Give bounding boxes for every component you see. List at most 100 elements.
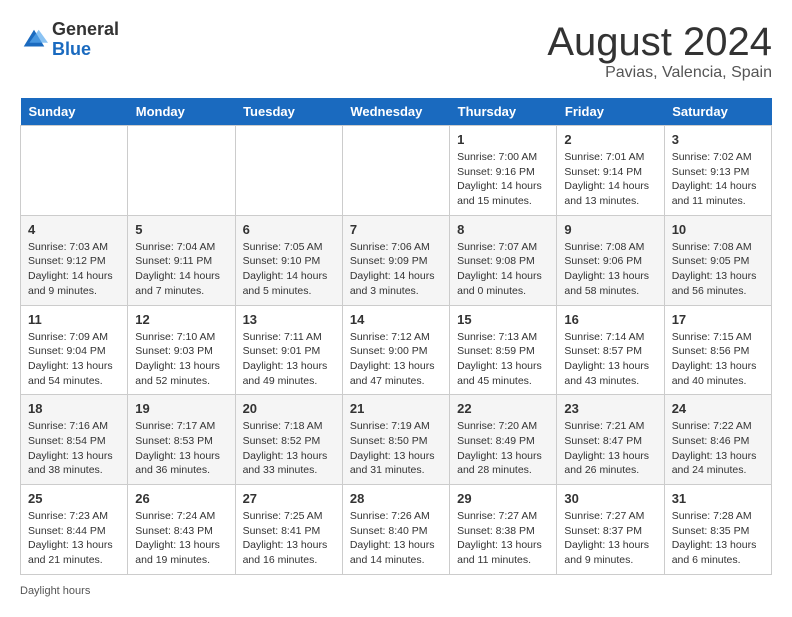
day-info: Sunrise: 7:04 AM Sunset: 9:11 PM Dayligh… <box>135 240 227 299</box>
day-number: 11 <box>28 312 120 327</box>
day-info: Sunrise: 7:23 AM Sunset: 8:44 PM Dayligh… <box>28 509 120 568</box>
day-number: 21 <box>350 401 442 416</box>
day-of-week-header: Monday <box>128 98 235 126</box>
calendar-cell: 7 Sunrise: 7:06 AM Sunset: 9:09 PM Dayli… <box>342 215 449 305</box>
day-number: 19 <box>135 401 227 416</box>
day-info: Sunrise: 7:18 AM Sunset: 8:52 PM Dayligh… <box>243 419 335 478</box>
day-info: Sunrise: 7:15 AM Sunset: 8:56 PM Dayligh… <box>672 330 764 389</box>
calendar-week-row: 1 Sunrise: 7:00 AM Sunset: 9:16 PM Dayli… <box>21 126 772 216</box>
day-number: 31 <box>672 491 764 506</box>
calendar-cell: 29 Sunrise: 7:27 AM Sunset: 8:38 PM Dayl… <box>450 485 557 575</box>
header-row: SundayMondayTuesdayWednesdayThursdayFrid… <box>21 98 772 126</box>
calendar-week-row: 11 Sunrise: 7:09 AM Sunset: 9:04 PM Dayl… <box>21 305 772 395</box>
day-info: Sunrise: 7:10 AM Sunset: 9:03 PM Dayligh… <box>135 330 227 389</box>
calendar-cell: 15 Sunrise: 7:13 AM Sunset: 8:59 PM Dayl… <box>450 305 557 395</box>
day-info: Sunrise: 7:17 AM Sunset: 8:53 PM Dayligh… <box>135 419 227 478</box>
day-info: Sunrise: 7:28 AM Sunset: 8:35 PM Dayligh… <box>672 509 764 568</box>
calendar-cell <box>235 126 342 216</box>
day-number: 22 <box>457 401 549 416</box>
calendar-cell: 22 Sunrise: 7:20 AM Sunset: 8:49 PM Dayl… <box>450 395 557 485</box>
day-info: Sunrise: 7:27 AM Sunset: 8:37 PM Dayligh… <box>564 509 656 568</box>
day-info: Sunrise: 7:11 AM Sunset: 9:01 PM Dayligh… <box>243 330 335 389</box>
day-number: 17 <box>672 312 764 327</box>
calendar-week-row: 25 Sunrise: 7:23 AM Sunset: 8:44 PM Dayl… <box>21 485 772 575</box>
day-number: 18 <box>28 401 120 416</box>
day-of-week-header: Wednesday <box>342 98 449 126</box>
day-number: 14 <box>350 312 442 327</box>
calendar-cell: 30 Sunrise: 7:27 AM Sunset: 8:37 PM Dayl… <box>557 485 664 575</box>
day-info: Sunrise: 7:06 AM Sunset: 9:09 PM Dayligh… <box>350 240 442 299</box>
calendar-cell: 21 Sunrise: 7:19 AM Sunset: 8:50 PM Dayl… <box>342 395 449 485</box>
calendar-cell: 11 Sunrise: 7:09 AM Sunset: 9:04 PM Dayl… <box>21 305 128 395</box>
calendar-cell: 3 Sunrise: 7:02 AM Sunset: 9:13 PM Dayli… <box>664 126 771 216</box>
day-info: Sunrise: 7:12 AM Sunset: 9:00 PM Dayligh… <box>350 330 442 389</box>
day-number: 1 <box>457 132 549 147</box>
calendar-cell: 27 Sunrise: 7:25 AM Sunset: 8:41 PM Dayl… <box>235 485 342 575</box>
calendar-cell: 31 Sunrise: 7:28 AM Sunset: 8:35 PM Dayl… <box>664 485 771 575</box>
day-of-week-header: Saturday <box>664 98 771 126</box>
day-number: 5 <box>135 222 227 237</box>
calendar-table: SundayMondayTuesdayWednesdayThursdayFrid… <box>20 98 772 575</box>
calendar-cell: 28 Sunrise: 7:26 AM Sunset: 8:40 PM Dayl… <box>342 485 449 575</box>
day-info: Sunrise: 7:05 AM Sunset: 9:10 PM Dayligh… <box>243 240 335 299</box>
day-info: Sunrise: 7:24 AM Sunset: 8:43 PM Dayligh… <box>135 509 227 568</box>
day-number: 20 <box>243 401 335 416</box>
calendar-cell: 20 Sunrise: 7:18 AM Sunset: 8:52 PM Dayl… <box>235 395 342 485</box>
day-info: Sunrise: 7:20 AM Sunset: 8:49 PM Dayligh… <box>457 419 549 478</box>
calendar-cell: 2 Sunrise: 7:01 AM Sunset: 9:14 PM Dayli… <box>557 126 664 216</box>
day-number: 2 <box>564 132 656 147</box>
day-info: Sunrise: 7:09 AM Sunset: 9:04 PM Dayligh… <box>28 330 120 389</box>
day-number: 4 <box>28 222 120 237</box>
calendar-cell: 5 Sunrise: 7:04 AM Sunset: 9:11 PM Dayli… <box>128 215 235 305</box>
calendar-cell: 1 Sunrise: 7:00 AM Sunset: 9:16 PM Dayli… <box>450 126 557 216</box>
footer: Daylight hours <box>20 585 772 597</box>
day-info: Sunrise: 7:08 AM Sunset: 9:05 PM Dayligh… <box>672 240 764 299</box>
logo: General Blue <box>20 20 119 60</box>
logo-text: General Blue <box>52 20 119 60</box>
day-info: Sunrise: 7:00 AM Sunset: 9:16 PM Dayligh… <box>457 150 549 209</box>
day-info: Sunrise: 7:03 AM Sunset: 9:12 PM Dayligh… <box>28 240 120 299</box>
day-number: 10 <box>672 222 764 237</box>
calendar-cell: 24 Sunrise: 7:22 AM Sunset: 8:46 PM Dayl… <box>664 395 771 485</box>
day-number: 24 <box>672 401 764 416</box>
title-block: August 2024 Pavias, Valencia, Spain <box>547 20 772 82</box>
day-number: 26 <box>135 491 227 506</box>
calendar-week-row: 4 Sunrise: 7:03 AM Sunset: 9:12 PM Dayli… <box>21 215 772 305</box>
calendar-cell: 9 Sunrise: 7:08 AM Sunset: 9:06 PM Dayli… <box>557 215 664 305</box>
day-number: 29 <box>457 491 549 506</box>
day-of-week-header: Tuesday <box>235 98 342 126</box>
calendar-cell: 19 Sunrise: 7:17 AM Sunset: 8:53 PM Dayl… <box>128 395 235 485</box>
day-number: 9 <box>564 222 656 237</box>
day-info: Sunrise: 7:14 AM Sunset: 8:57 PM Dayligh… <box>564 330 656 389</box>
day-info: Sunrise: 7:19 AM Sunset: 8:50 PM Dayligh… <box>350 419 442 478</box>
calendar-cell: 23 Sunrise: 7:21 AM Sunset: 8:47 PM Dayl… <box>557 395 664 485</box>
day-info: Sunrise: 7:02 AM Sunset: 9:13 PM Dayligh… <box>672 150 764 209</box>
location: Pavias, Valencia, Spain <box>547 64 772 82</box>
day-info: Sunrise: 7:01 AM Sunset: 9:14 PM Dayligh… <box>564 150 656 209</box>
day-number: 8 <box>457 222 549 237</box>
day-of-week-header: Thursday <box>450 98 557 126</box>
day-number: 28 <box>350 491 442 506</box>
day-number: 7 <box>350 222 442 237</box>
day-number: 13 <box>243 312 335 327</box>
day-info: Sunrise: 7:26 AM Sunset: 8:40 PM Dayligh… <box>350 509 442 568</box>
calendar-cell: 17 Sunrise: 7:15 AM Sunset: 8:56 PM Dayl… <box>664 305 771 395</box>
calendar-cell <box>21 126 128 216</box>
day-info: Sunrise: 7:07 AM Sunset: 9:08 PM Dayligh… <box>457 240 549 299</box>
logo-general: General <box>52 20 119 40</box>
day-number: 30 <box>564 491 656 506</box>
calendar-cell: 18 Sunrise: 7:16 AM Sunset: 8:54 PM Dayl… <box>21 395 128 485</box>
calendar-cell <box>128 126 235 216</box>
day-number: 25 <box>28 491 120 506</box>
calendar-cell: 6 Sunrise: 7:05 AM Sunset: 9:10 PM Dayli… <box>235 215 342 305</box>
day-number: 16 <box>564 312 656 327</box>
day-of-week-header: Friday <box>557 98 664 126</box>
calendar-cell: 4 Sunrise: 7:03 AM Sunset: 9:12 PM Dayli… <box>21 215 128 305</box>
day-info: Sunrise: 7:08 AM Sunset: 9:06 PM Dayligh… <box>564 240 656 299</box>
logo-blue: Blue <box>52 40 119 60</box>
calendar-cell: 12 Sunrise: 7:10 AM Sunset: 9:03 PM Dayl… <box>128 305 235 395</box>
calendar-week-row: 18 Sunrise: 7:16 AM Sunset: 8:54 PM Dayl… <box>21 395 772 485</box>
calendar-cell: 26 Sunrise: 7:24 AM Sunset: 8:43 PM Dayl… <box>128 485 235 575</box>
day-info: Sunrise: 7:21 AM Sunset: 8:47 PM Dayligh… <box>564 419 656 478</box>
calendar-cell: 8 Sunrise: 7:07 AM Sunset: 9:08 PM Dayli… <box>450 215 557 305</box>
